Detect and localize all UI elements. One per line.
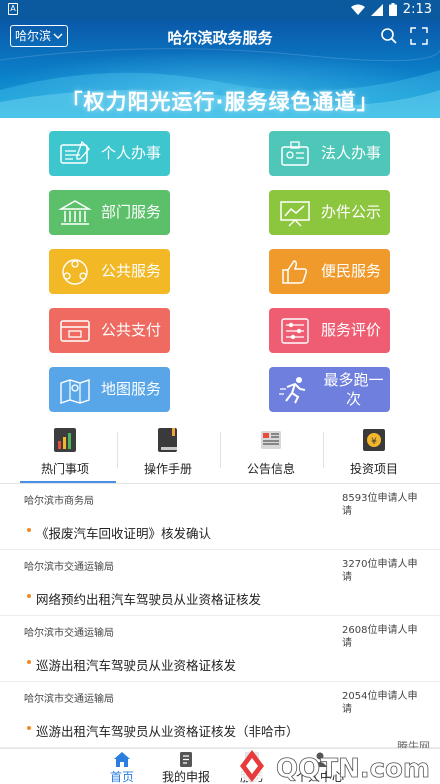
item-title: 巡游出租汽车驾驶员从业资格证核发	[36, 658, 237, 673]
notification-icon: A	[8, 3, 18, 15]
watermark-text: QQTN.com	[276, 754, 430, 784]
nav-label: 我的申报	[161, 770, 210, 784]
tile-convenience[interactable]: 便民服务	[269, 249, 390, 294]
service-grid: 个人办事 法人办事 部门服务 办件公示 公共服务 便民服务 公共支付 服务评价 …	[0, 118, 440, 420]
svg-text:¥: ¥	[371, 437, 377, 447]
tile-service-rating[interactable]: 服务评价	[269, 308, 390, 353]
tile-public-payment[interactable]: 公共支付	[49, 308, 170, 353]
tab-label: 公告信息	[246, 462, 295, 476]
chart-board-icon	[269, 190, 321, 235]
item-applicant-count: 3270位申请人申请	[342, 559, 418, 583]
banner-slogan: 「权力阳光运行·服务绿色通道」	[61, 90, 379, 114]
tab-hot-items[interactable]: 热门事项	[10, 420, 120, 484]
tile-label: 公共支付	[101, 321, 162, 339]
tile-label: 公共服务	[101, 262, 162, 280]
item-applicant-count: 2608位申请人申请	[342, 625, 418, 649]
tile-run-once[interactable]: 最多跑一次	[269, 367, 390, 412]
tile-case-publicity[interactable]: 办件公示	[269, 190, 390, 235]
tile-label: 便民服务	[321, 262, 382, 280]
coin-icon: ¥	[363, 429, 385, 451]
list-item[interactable]: 哈尔滨市交通运输局 2608位申请人申请 巡游出租汽车驾驶员从业资格证核发	[0, 616, 440, 682]
tile-label: 最多跑一次	[323, 370, 384, 408]
battery-icon	[388, 3, 397, 16]
item-title: 巡游出租汽车驾驶员从业资格证核发（非哈市）	[36, 724, 299, 739]
tab-label: 热门事项	[40, 462, 89, 476]
bullet-dot	[27, 528, 31, 532]
tile-label: 办件公示	[321, 203, 382, 221]
nav-home[interactable]: 首页	[92, 749, 152, 784]
home-icon	[114, 752, 130, 767]
watermark-logo: QQTN.com	[236, 750, 430, 784]
tab-investment[interactable]: ¥ 投资项目	[319, 420, 429, 484]
search-icon[interactable]	[380, 27, 398, 45]
map-icon	[49, 367, 101, 412]
tile-personal[interactable]: 个人办事	[49, 131, 170, 176]
thumbs-up-icon	[269, 249, 321, 294]
nav-label: 首页	[109, 770, 134, 784]
bullet-dot	[27, 660, 31, 664]
sliders-icon	[269, 308, 321, 353]
item-applicant-count: 2054位申请人申请	[342, 691, 418, 715]
list-item[interactable]: 哈尔滨市商务局 8593位申请人申请 《报废汽车回收证明》核发确认	[0, 484, 440, 550]
payment-icon	[49, 308, 101, 353]
list-item[interactable]: 哈尔滨市交通运输局 2054位申请人申请 巡游出租汽车驾驶员从业资格证核发（非哈…	[0, 682, 440, 748]
item-department: 哈尔滨市商务局	[24, 496, 94, 507]
tile-legal-person[interactable]: 法人办事	[269, 131, 390, 176]
header-banner: 哈尔滨 哈尔滨政务服务 「权力阳光运行·服务绿色通道」	[0, 20, 440, 118]
scan-icon[interactable]	[410, 27, 428, 45]
people-icon	[49, 249, 101, 294]
status-icons: 2:13	[350, 2, 432, 17]
nav-my-applications[interactable]: 我的申报	[156, 749, 216, 784]
tab-label: 投资项目	[349, 462, 398, 476]
bar-chart-icon	[54, 428, 76, 452]
item-department: 哈尔滨市交通运输局	[24, 694, 114, 705]
list-icon	[180, 752, 192, 767]
tile-label: 个人办事	[101, 144, 162, 162]
item-department: 哈尔滨市交通运输局	[24, 562, 114, 573]
list-item[interactable]: 哈尔滨市交通运输局 3270位申请人申请 网络预约出租汽车驾驶员从业资格证核发	[0, 550, 440, 616]
tab-manual[interactable]: 操作手册	[113, 420, 223, 484]
newspaper-icon	[261, 431, 281, 449]
tile-label: 服务评价	[321, 321, 382, 339]
tab-announcements[interactable]: 公告信息	[216, 420, 326, 484]
item-title: 《报废汽车回收证明》核发确认	[36, 526, 212, 541]
signal-icon	[370, 3, 383, 16]
bullet-dot	[27, 726, 31, 730]
badge-icon	[269, 131, 321, 176]
building-icon	[49, 190, 101, 235]
item-applicant-count: 8593位申请人申请	[342, 493, 418, 517]
clock: 2:13	[402, 2, 432, 17]
tile-label: 部门服务	[101, 203, 162, 221]
tile-label: 法人办事	[321, 144, 382, 162]
bullet-dot	[27, 594, 31, 598]
tab-label: 操作手册	[143, 462, 192, 476]
tile-department[interactable]: 部门服务	[49, 190, 170, 235]
tile-map-service[interactable]: 地图服务	[49, 367, 170, 412]
id-card-icon	[49, 131, 101, 176]
info-tabs: 热门事项 操作手册 公告信息 ¥ 投资项目	[0, 420, 440, 484]
wifi-icon	[350, 4, 365, 15]
tile-public-service[interactable]: 公共服务	[49, 249, 170, 294]
item-department: 哈尔滨市交通运输局	[24, 628, 114, 639]
hot-items-list: 哈尔滨市商务局 8593位申请人申请 《报废汽车回收证明》核发确认 哈尔滨市交通…	[0, 484, 440, 748]
active-tab-indicator	[20, 481, 116, 483]
app-title: 哈尔滨政务服务	[167, 29, 273, 47]
book-icon	[158, 428, 177, 452]
item-title: 网络预约出租汽车驾驶员从业资格证核发	[36, 592, 262, 607]
tile-label: 地图服务	[101, 380, 162, 398]
status-bar: A 2:13	[0, 0, 440, 20]
runner-icon	[269, 367, 321, 412]
